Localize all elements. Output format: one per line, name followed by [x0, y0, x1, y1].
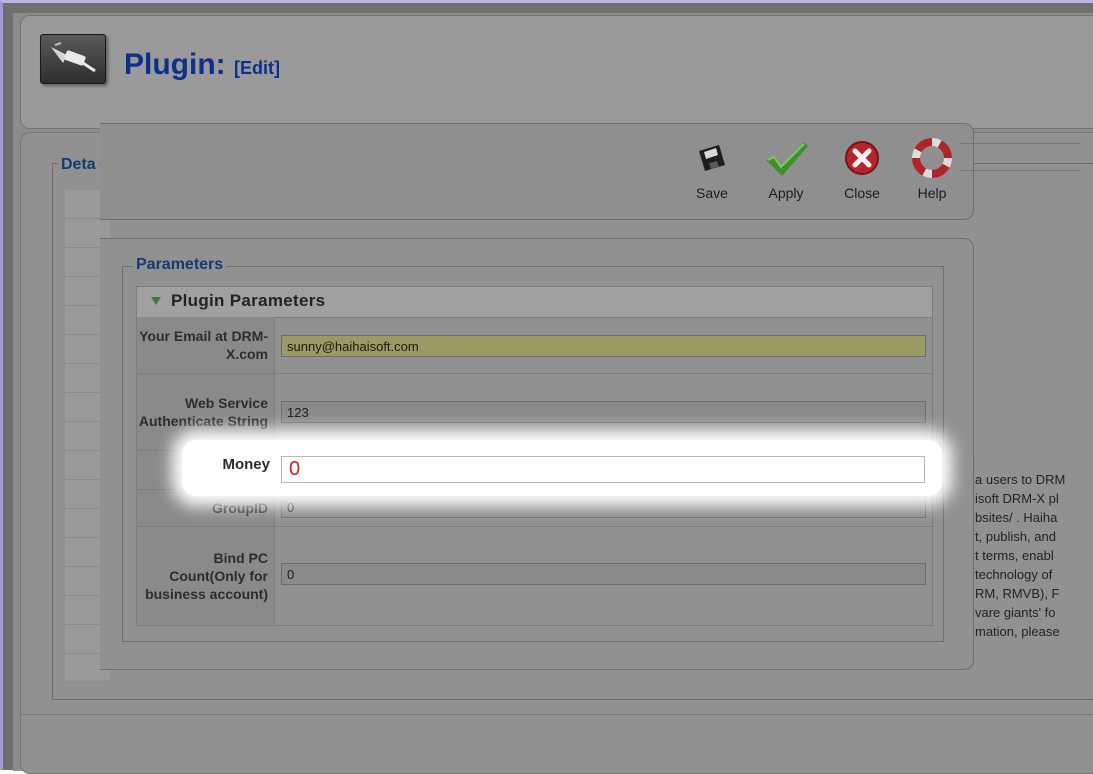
description-line: bsites/ . Haiha [975, 510, 1058, 525]
close-button[interactable]: Close [834, 135, 890, 201]
description-line: RM, RMVB), F [975, 586, 1060, 601]
auth-string-field[interactable] [281, 401, 926, 423]
description-line: isoft DRM-X pl [975, 491, 1059, 506]
apply-label: Apply [768, 185, 804, 201]
money-label: Money [222, 456, 270, 473]
details-legend: Deta [58, 156, 99, 174]
help-button[interactable]: Help [904, 135, 960, 201]
save-label: Save [696, 185, 728, 201]
money-field[interactable] [281, 456, 925, 483]
close-icon [834, 135, 890, 181]
bottom-bar [20, 714, 1093, 755]
description-line: vare giants' fo [975, 605, 1056, 620]
email-field[interactable] [281, 335, 926, 357]
description-line: technology of [975, 567, 1053, 582]
plugin-parameters-header[interactable]: Plugin Parameters [136, 286, 933, 318]
save-button[interactable]: Save [684, 135, 740, 201]
bind-pc-count-row: Bind PC Count(Only for business account) [136, 527, 933, 626]
lifebuoy-icon [904, 135, 960, 181]
divider [960, 143, 1080, 144]
floppy-disk-icon [684, 135, 740, 181]
email-row: Your Email at DRM-X.com [136, 317, 933, 374]
description-line: t terms, enabl [975, 548, 1054, 563]
email-label: Your Email at DRM-X.com [137, 317, 275, 373]
description-line: mation, please [975, 624, 1060, 639]
expand-triangle-icon [151, 297, 161, 305]
divider [960, 170, 1080, 171]
apply-button[interactable]: Apply [758, 135, 814, 201]
page-title-main: Plugin: [124, 48, 226, 81]
plugin-parameters-title: Plugin Parameters [171, 291, 326, 310]
groupid-field[interactable] [281, 496, 926, 518]
plugin-icon [40, 34, 106, 84]
description-line: a users to DRM [975, 472, 1066, 487]
page-title: Plugin: [Edit] [124, 48, 280, 82]
description-line: t, publish, and [975, 529, 1056, 544]
bind-pc-count-field[interactable] [281, 563, 926, 585]
checkmark-icon [758, 135, 814, 181]
bind-pc-count-label: Bind PC Count(Only for business account) [137, 527, 275, 625]
plugin-description: a users to DRM isoft DRM-X pl bsites/ . … [975, 470, 1085, 641]
help-label: Help [917, 185, 947, 201]
close-label: Close [844, 185, 880, 201]
auth-string-label: Web Service Authenticate String [137, 374, 275, 450]
page-title-sub: [Edit] [234, 58, 280, 78]
parameters-legend: Parameters [133, 256, 227, 274]
